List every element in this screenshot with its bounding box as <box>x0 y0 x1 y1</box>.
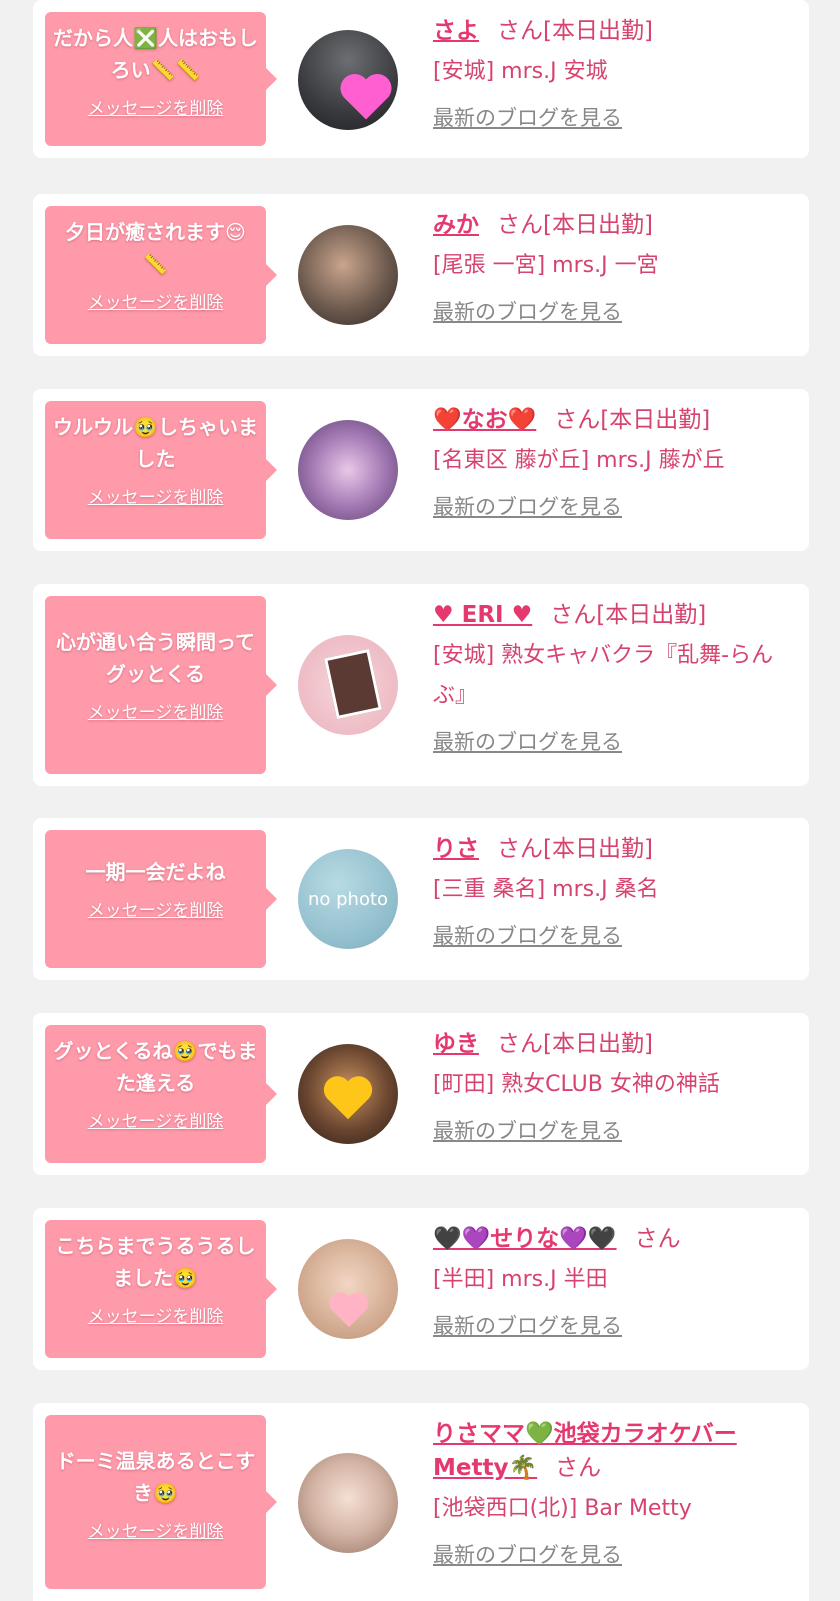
message-bubble: こちらまでうるうるしました🥹 メッセージを削除 <box>45 1220 277 1358</box>
message-text: こちらまでうるうるしました🥹 <box>55 1234 256 1290</box>
delete-message-link[interactable]: メッセージを削除 <box>88 896 224 921</box>
cast-info: 🖤💜せりな💜🖤 さん [半田] mrs.J 半田 最新のブログを見る <box>433 1222 795 1340</box>
heart-sticker-icon <box>329 1292 369 1328</box>
delete-message-link[interactable]: メッセージを削除 <box>88 1107 224 1132</box>
message-bubble: グッとくるね🥹でもまた逢える メッセージを削除 <box>45 1025 277 1163</box>
shop-name: [三重 桑名] mrs.J 桑名 <box>433 877 659 902</box>
shop-name: [名東区 藤が丘] mrs.J 藤が丘 <box>433 448 725 473</box>
message-card: 心が通い合う瞬間ってグッとくる メッセージを削除 ♥ ERI ♥ さん[本日出勤]… <box>33 584 809 786</box>
message-bubble: 夕日が癒されます😌📏 メッセージを削除 <box>45 206 277 344</box>
latest-blog-link[interactable]: 最新のブログを見る <box>433 1115 622 1145</box>
shop-name: [安城] mrs.J 安城 <box>433 59 608 84</box>
cast-status: さん[本日出勤] <box>554 407 711 433</box>
message-bubble: 心が通い合う瞬間ってグッとくる メッセージを削除 <box>45 596 277 774</box>
cast-name-link[interactable]: ♥ ERI ♥ <box>433 602 532 628</box>
photo-frame <box>324 648 382 720</box>
delete-message-link[interactable]: メッセージを削除 <box>88 483 224 508</box>
cast-info: りさ さん[本日出勤] [三重 桑名] mrs.J 桑名 最新のブログを見る <box>433 832 795 950</box>
avatar[interactable] <box>298 1044 398 1144</box>
cast-name-link[interactable]: 🖤💜せりな💜🖤 <box>433 1226 617 1252</box>
latest-blog-link[interactable]: 最新のブログを見る <box>433 102 622 132</box>
message-card: ドーミ温泉あるとこすき🥹 メッセージを削除 りさママ💚池袋カラオケバーMetty… <box>33 1403 809 1601</box>
cast-status: さん[本日出勤] <box>497 212 653 238</box>
message-list: だから人❎人はおもしろい📏📏 メッセージを削除 さよ さん[本日出勤] [安城] … <box>0 0 840 1601</box>
message-text: ウルウル🥹しちゃいました <box>53 415 258 471</box>
cast-info: みか さん[本日出勤] [尾張 一宮] mrs.J 一宮 最新のブログを見る <box>433 208 795 326</box>
message-card: グッとくるね🥹でもまた逢える メッセージを削除 ゆき さん[本日出勤] [町田] … <box>33 1013 809 1175</box>
message-text: 心が通い合う瞬間ってグッとくる <box>56 630 255 686</box>
delete-message-link[interactable]: メッセージを削除 <box>88 698 224 723</box>
message-bubble: ウルウル🥹しちゃいました メッセージを削除 <box>45 401 277 539</box>
cast-status: さん[本日出勤] <box>497 1031 653 1057</box>
latest-blog-link[interactable]: 最新のブログを見る <box>433 1310 622 1340</box>
latest-blog-link[interactable]: 最新のブログを見る <box>433 726 622 756</box>
cast-info: ♥ ERI ♥ さん[本日出勤] [安城] 熟女キャバクラ『乱舞-らんぶ』 最新の… <box>433 598 795 756</box>
message-text: グッとくるね🥹でもまた逢える <box>53 1039 258 1095</box>
avatar[interactable]: no photo <box>298 849 398 949</box>
no-photo-placeholder: no photo <box>298 849 398 949</box>
message-card: 一期一会だよね メッセージを削除 no photo りさ さん[本日出勤] [三重… <box>33 818 809 980</box>
message-card: 夕日が癒されます😌📏 メッセージを削除 みか さん[本日出勤] [尾張 一宮] m… <box>33 194 809 356</box>
cast-info: ゆき さん[本日出勤] [町田] 熟女CLUB 女神の神話 最新のブログを見る <box>433 1027 795 1145</box>
message-text: 夕日が癒されます😌📏 <box>65 220 246 276</box>
avatar[interactable] <box>298 30 398 130</box>
shop-name: [安城] 熟女キャバクラ『乱舞-らんぶ』 <box>433 643 774 708</box>
cast-status: さん <box>634 1226 681 1252</box>
delete-message-link[interactable]: メッセージを削除 <box>88 1302 224 1327</box>
avatar[interactable] <box>298 420 398 520</box>
cast-status: さん[本日出勤] <box>497 18 653 44</box>
shop-name: [町田] 熟女CLUB 女神の神話 <box>433 1072 720 1097</box>
cast-info: りさママ💚池袋カラオケバーMetty🌴 さん [池袋西口(北)] Bar Mett… <box>433 1417 795 1569</box>
avatar[interactable] <box>298 635 398 735</box>
avatar[interactable] <box>298 1453 398 1553</box>
heart-sticker-icon <box>340 74 392 120</box>
delete-message-link[interactable]: メッセージを削除 <box>88 1517 224 1542</box>
latest-blog-link[interactable]: 最新のブログを見る <box>433 296 622 326</box>
cast-name-link[interactable]: さよ <box>433 18 479 44</box>
message-text: ドーミ温泉あるとこすき🥹 <box>55 1449 256 1505</box>
message-card: こちらまでうるうるしました🥹 メッセージを削除 🖤💜せりな💜🖤 さん [半田] m… <box>33 1208 809 1370</box>
heart-sticker-icon <box>323 1076 373 1120</box>
message-card: だから人❎人はおもしろい📏📏 メッセージを削除 さよ さん[本日出勤] [安城] … <box>33 0 809 158</box>
message-bubble: だから人❎人はおもしろい📏📏 メッセージを削除 <box>45 12 277 146</box>
cast-name-link[interactable]: みか <box>433 212 479 238</box>
cast-name-link[interactable]: ❤️なお❤️ <box>433 407 536 433</box>
latest-blog-link[interactable]: 最新のブログを見る <box>433 1539 622 1569</box>
shop-name: [池袋西口(北)] Bar Metty <box>433 1496 692 1521</box>
cast-status: さん[本日出勤] <box>497 836 653 862</box>
avatar[interactable] <box>298 1239 398 1339</box>
delete-message-link[interactable]: メッセージを削除 <box>88 288 224 313</box>
cast-info: さよ さん[本日出勤] [安城] mrs.J 安城 最新のブログを見る <box>433 14 795 132</box>
delete-message-link[interactable]: メッセージを削除 <box>88 94 224 119</box>
avatar[interactable] <box>298 225 398 325</box>
cast-status: さん[本日出勤] <box>550 602 707 628</box>
latest-blog-link[interactable]: 最新のブログを見る <box>433 491 622 521</box>
latest-blog-link[interactable]: 最新のブログを見る <box>433 920 622 950</box>
cast-name-link[interactable]: りさ <box>433 836 479 862</box>
message-bubble: 一期一会だよね メッセージを削除 <box>45 830 277 968</box>
message-text: だから人❎人はおもしろい📏📏 <box>53 26 258 82</box>
message-card: ウルウル🥹しちゃいました メッセージを削除 ❤️なお❤️ さん[本日出勤] [名東… <box>33 389 809 551</box>
message-text: 一期一会だよね <box>85 860 226 884</box>
shop-name: [半田] mrs.J 半田 <box>433 1267 608 1292</box>
cast-info: ❤️なお❤️ さん[本日出勤] [名東区 藤が丘] mrs.J 藤が丘 最新のブロ… <box>433 403 795 521</box>
cast-name-link[interactable]: ゆき <box>433 1031 479 1057</box>
message-bubble: ドーミ温泉あるとこすき🥹 メッセージを削除 <box>45 1415 277 1589</box>
cast-status: さん <box>555 1455 602 1481</box>
shop-name: [尾張 一宮] mrs.J 一宮 <box>433 253 659 278</box>
